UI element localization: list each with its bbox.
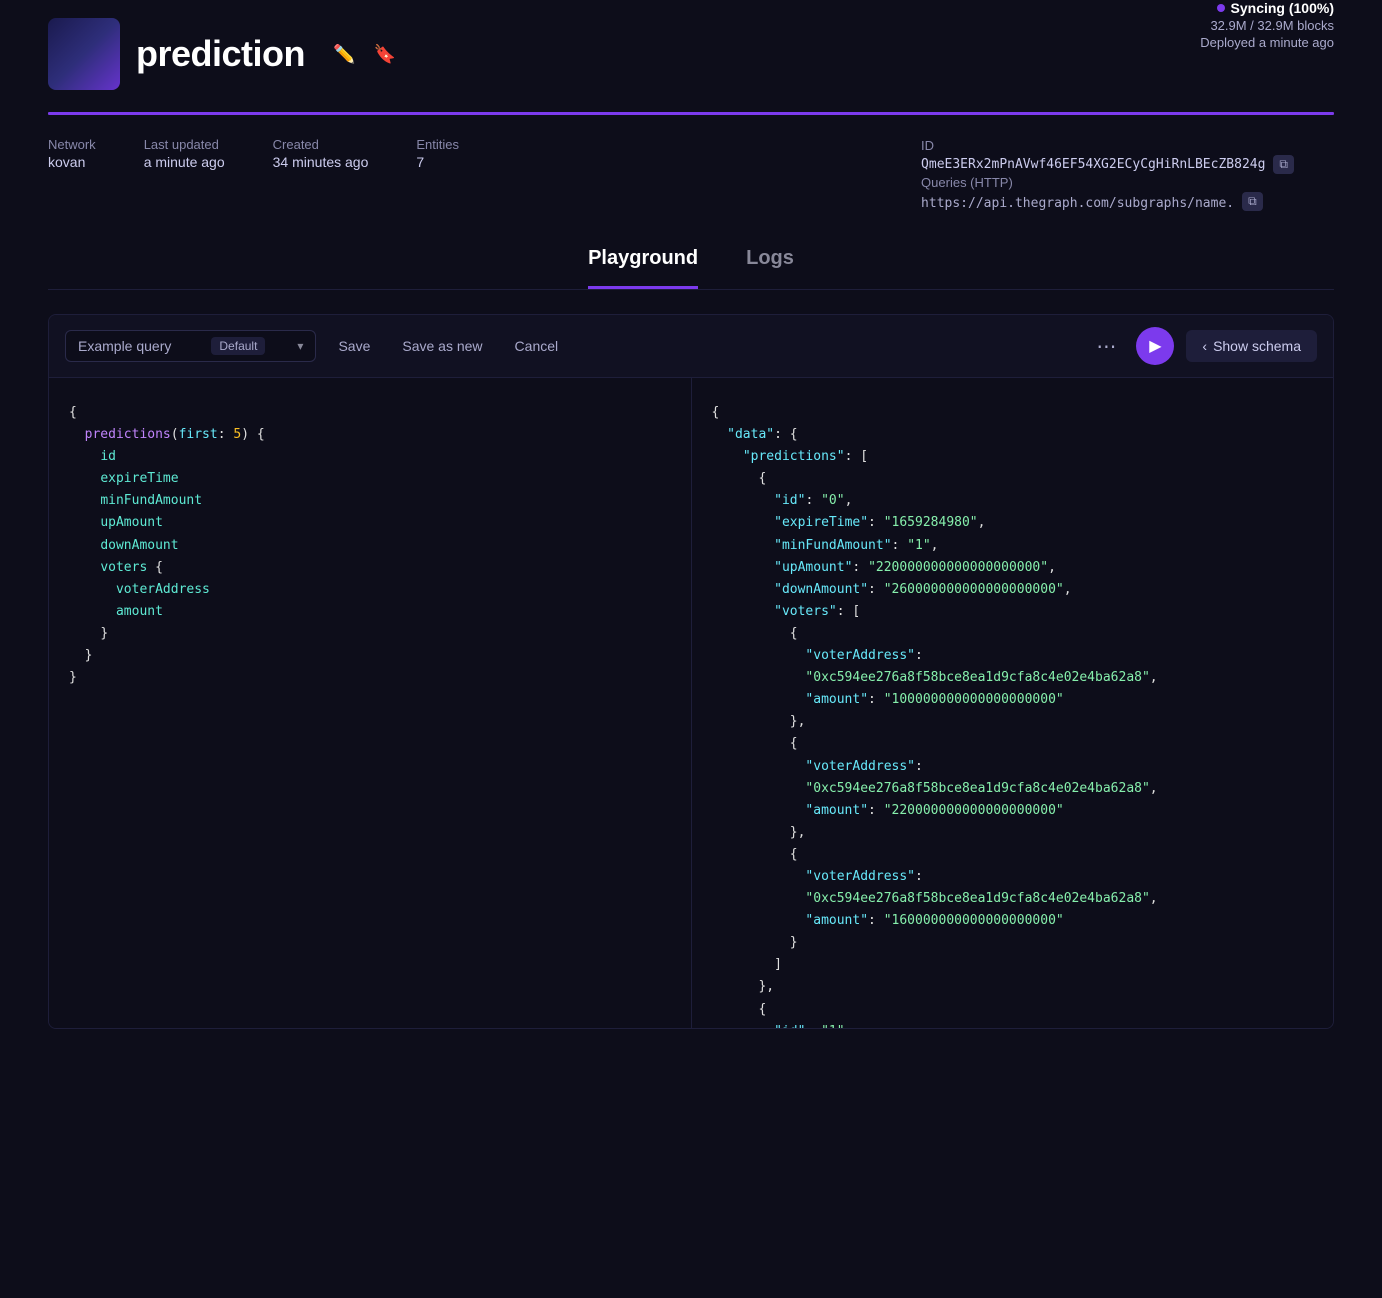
sync-status: Syncing (100%) [1217,0,1334,16]
copy-query-button[interactable]: ⧉ [1242,192,1263,211]
metadata-row: Network kovan Last updated a minute ago … [48,125,1334,223]
page-title: prediction [136,33,305,75]
sync-area: Syncing (100%) 32.9M / 32.9M blocks Depl… [1200,0,1334,58]
playground-inner: Example query Default ▾ Save Save as new… [48,314,1334,1029]
meta-last-updated: Last updated a minute ago [144,137,225,170]
code-panels: { predictions(first: 5) { id expireTime … [49,378,1333,1028]
meta-queries-section: Queries (HTTP) https://api.thegraph.com/… [921,174,1294,211]
chevron-down-icon: ▾ [297,339,303,353]
cancel-button[interactable]: Cancel [505,332,569,360]
playground-container: Example query Default ▾ Save Save as new… [0,290,1382,1053]
play-icon: ▶ [1149,336,1161,356]
bookmark-button[interactable]: 🔖 [369,40,399,69]
tab-logs[interactable]: Logs [746,247,794,289]
progress-bar [48,112,1334,115]
sync-dot [1217,4,1225,12]
header-actions: ✏️ 🔖 [329,40,400,69]
query-selector[interactable]: Example query Default ▾ [65,330,316,362]
chevron-left-icon: ‹ [1202,338,1207,354]
meta-network: Network kovan [48,137,96,170]
meta-created: Created 34 minutes ago [273,137,369,170]
show-schema-button[interactable]: ‹ Show schema [1186,330,1317,362]
result-panel: { "data": { "predictions": [ { "id": "0"… [692,378,1334,1028]
sync-deployed: Deployed a minute ago [1200,35,1334,50]
meta-entities: Entities 7 [416,137,459,170]
tabs: Playground Logs [48,223,1334,290]
query-editor[interactable]: { predictions(first: 5) { id expireTime … [49,378,692,1028]
save-as-new-button[interactable]: Save as new [392,332,492,360]
more-options-button[interactable]: ⋯ [1088,330,1124,363]
save-button[interactable]: Save [328,332,380,360]
header: prediction ✏️ 🔖 Syncing (100%) 32.9M / 3… [0,0,1382,290]
run-button[interactable]: ▶ [1136,327,1174,365]
copy-id-button[interactable]: ⧉ [1273,155,1294,174]
meta-id-row: QmeE3ERx2mPnAVwf46EF54XG2ECyCgHiRnLBEcZB… [921,155,1294,174]
meta-id-section: ID QmeE3ERx2mPnAVwf46EF54XG2ECyCgHiRnLBE… [921,137,1294,211]
edit-button[interactable]: ✏️ [329,40,359,69]
toolbar: Example query Default ▾ Save Save as new… [49,315,1333,378]
sync-blocks: 32.9M / 32.9M blocks [1210,18,1334,33]
avatar [48,18,120,90]
queries-row: https://api.thegraph.com/subgraphs/name.… [921,192,1294,211]
tab-playground[interactable]: Playground [588,247,698,289]
header-top: prediction ✏️ 🔖 Syncing (100%) 32.9M / 3… [48,18,1334,90]
progress-bar-container [48,112,1334,115]
